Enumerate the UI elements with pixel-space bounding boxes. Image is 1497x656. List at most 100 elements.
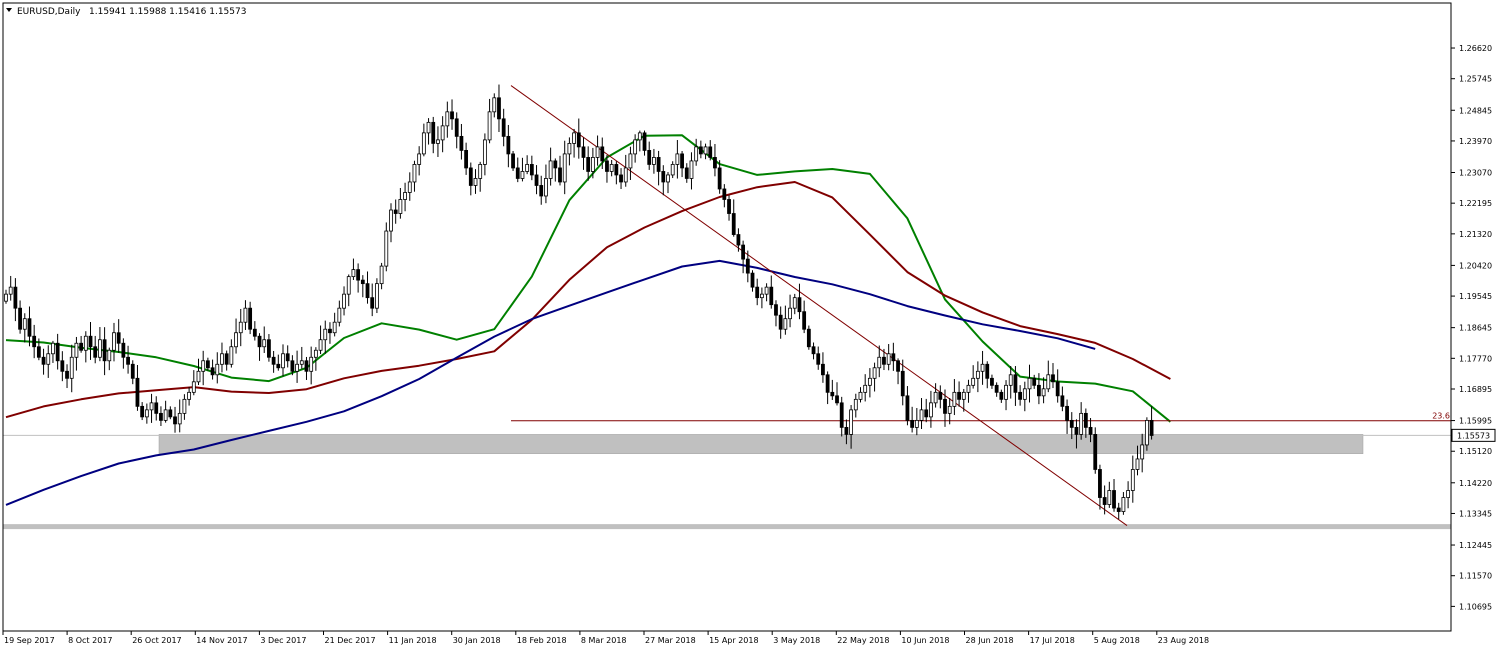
candle-body xyxy=(1065,405,1069,421)
candle-body xyxy=(1046,374,1051,390)
candle-body xyxy=(572,132,576,144)
candle-body xyxy=(468,167,473,186)
candle-body xyxy=(102,339,107,362)
candle-body xyxy=(107,349,112,362)
x-tick-label: 10 Jun 2018 xyxy=(901,636,949,645)
candle-body xyxy=(576,132,581,148)
candle-body xyxy=(159,412,163,421)
candle-body xyxy=(1112,490,1116,509)
candle-body xyxy=(717,167,722,190)
candle-body xyxy=(774,304,778,316)
candle-body xyxy=(407,181,412,193)
candle-body xyxy=(525,164,530,172)
candle-body xyxy=(783,318,788,330)
candlestick-chart[interactable]: 23.6 1.26620 1.25745 1.24845 1.23970 1.23070… xyxy=(0,0,1497,652)
candle-body xyxy=(482,139,487,165)
x-tick-label: 5 Aug 2018 xyxy=(1094,636,1140,645)
candle-body xyxy=(389,209,393,232)
candle-body xyxy=(4,293,8,302)
candle-body xyxy=(379,265,384,285)
candle-body xyxy=(590,157,595,172)
candle-body xyxy=(257,335,262,348)
x-tick-label: 3 Dec 2017 xyxy=(260,636,306,645)
x-tick-label: 14 Nov 2017 xyxy=(196,636,247,645)
candle-body xyxy=(229,346,234,365)
candle-body xyxy=(154,402,159,414)
candle-body xyxy=(1022,388,1027,400)
candle-body xyxy=(60,360,65,372)
candle-body xyxy=(1098,469,1102,498)
candle-body xyxy=(51,342,55,355)
candle-body xyxy=(163,409,168,421)
candle-body xyxy=(975,370,980,379)
candle-body xyxy=(999,391,1004,400)
candle-body xyxy=(886,353,891,365)
candle-body xyxy=(112,332,116,351)
candle-body xyxy=(276,363,281,369)
candle-body xyxy=(187,391,192,400)
candle-body xyxy=(637,132,642,141)
candle-body xyxy=(304,360,309,372)
candle-body xyxy=(966,384,971,393)
candle-body xyxy=(652,157,656,165)
chart-window[interactable]: 23.6 1.26620 1.25745 1.24845 1.23970 1.23070… xyxy=(0,0,1497,652)
x-tick-label: 19 Sep 2017 xyxy=(4,636,55,645)
y-tick-label: 1.24845 xyxy=(1459,106,1492,115)
x-tick-label: 22 May 2018 xyxy=(837,636,889,645)
candle xyxy=(511,150,515,171)
candle-body xyxy=(393,209,398,214)
candle-body xyxy=(337,307,342,323)
candle-body xyxy=(417,153,422,165)
candle-body xyxy=(365,283,370,299)
candle-body xyxy=(501,118,506,137)
candle-body xyxy=(1032,377,1037,386)
candle-body xyxy=(727,199,731,214)
candle-body xyxy=(262,339,267,348)
candle-body xyxy=(1093,434,1098,470)
candle-body xyxy=(121,342,126,358)
candle-body xyxy=(1107,490,1112,505)
candle-body xyxy=(778,314,783,330)
candle-body xyxy=(623,167,628,183)
candle-body xyxy=(633,139,638,155)
x-tick-label: 11 Jan 2018 xyxy=(389,636,437,645)
candle-body xyxy=(849,409,853,435)
candle-body xyxy=(515,167,520,179)
candle-body xyxy=(797,297,802,313)
candle-body xyxy=(985,363,990,379)
candle-body xyxy=(497,97,501,120)
candle-body xyxy=(769,286,774,306)
candle-body xyxy=(759,293,764,299)
candle-body xyxy=(957,391,961,400)
candle-body xyxy=(328,328,332,334)
candle-body xyxy=(529,164,534,176)
candle-body xyxy=(346,276,351,295)
candle-body xyxy=(473,178,478,186)
y-tick-label: 1.17770 xyxy=(1459,354,1492,363)
candle-body xyxy=(750,272,755,288)
candle-body xyxy=(713,157,717,169)
candle-body xyxy=(539,185,544,197)
candle-body xyxy=(933,391,938,404)
candle-body xyxy=(943,398,947,414)
candle-body xyxy=(835,395,839,404)
candle-body xyxy=(1051,374,1055,383)
candle-body xyxy=(511,153,515,169)
y-tick-label: 1.23070 xyxy=(1459,168,1492,177)
candle-body xyxy=(454,118,459,137)
candle-body xyxy=(680,153,684,169)
candle-body xyxy=(694,146,699,162)
candle-body xyxy=(140,405,145,418)
x-tick-label: 28 Jun 2018 xyxy=(966,636,1014,645)
candle-body xyxy=(445,111,450,127)
candle-body xyxy=(27,318,32,337)
candle-body xyxy=(853,398,858,411)
candle-body xyxy=(13,286,18,309)
candle-body xyxy=(1004,384,1008,400)
candle-body xyxy=(191,381,196,393)
candle-body xyxy=(811,346,816,355)
symbol-timeframe-label: EURUSD,Daily xyxy=(17,7,81,17)
candle-body xyxy=(914,419,919,428)
candle-body xyxy=(144,409,149,418)
candle-body xyxy=(891,353,896,362)
